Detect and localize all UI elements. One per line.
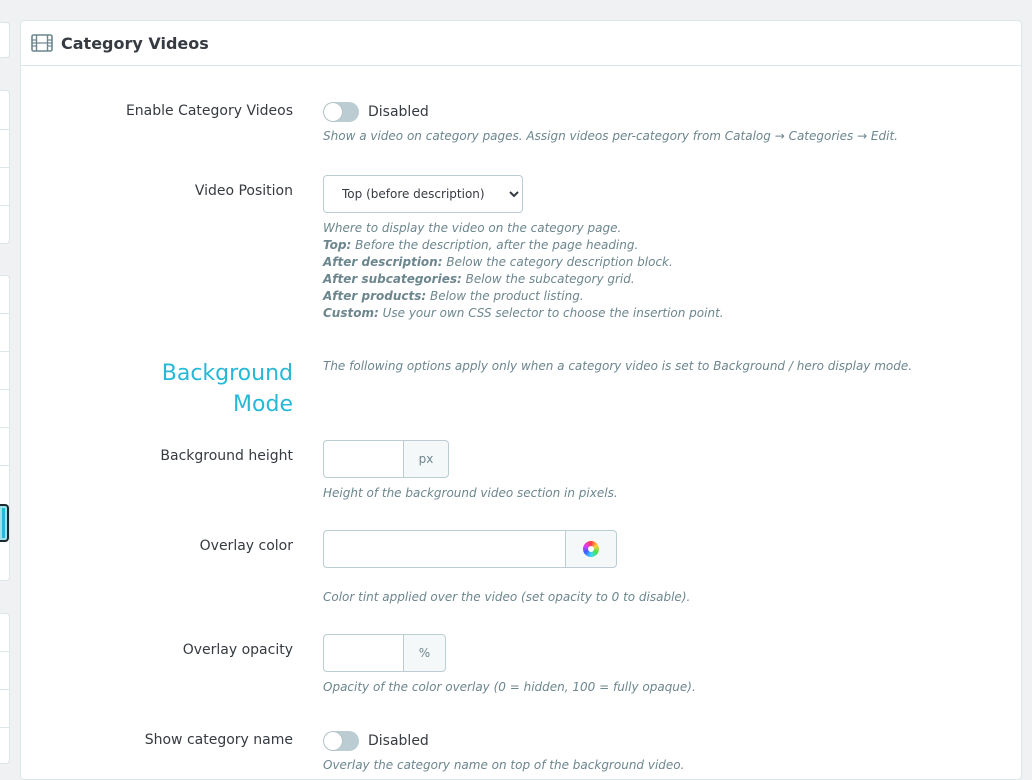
toggle-switch[interactable]	[323, 102, 359, 122]
help-option: Top: Before the description, after the p…	[323, 237, 724, 254]
help-text: Below the product listing.	[426, 289, 584, 303]
color-wheel-icon	[583, 541, 599, 557]
divider	[0, 727, 10, 728]
enable-videos-help: Show a video on category pages. Assign v…	[323, 129, 898, 143]
video-position-help: Where to display the video on the catego…	[323, 220, 724, 322]
section-title-line: Mode	[233, 392, 293, 417]
overlay-color-field: Color tint applied over the video (set o…	[323, 530, 690, 606]
help-option: After description: Below the category de…	[323, 254, 724, 271]
enable-videos-field: Disabled Show a video on category pages.…	[323, 102, 898, 145]
enable-videos-toggle[interactable]: Disabled	[323, 102, 898, 122]
divider	[0, 389, 10, 390]
category-videos-panel: Category Videos Enable Category Videos D…	[20, 20, 1022, 780]
help-text: Below the category description block.	[442, 255, 673, 269]
divider	[0, 465, 10, 466]
help-option: Custom: Use your own CSS selector to cho…	[323, 305, 724, 322]
divider	[0, 313, 10, 314]
video-position-field: Top (before description) Where to displa…	[323, 175, 724, 322]
overlay-opacity-help: Opacity of the color overlay (0 = hidden…	[323, 680, 696, 694]
section-title-line: Background	[161, 361, 293, 386]
toggle-switch[interactable]	[323, 731, 359, 751]
toggle-state-text: Disabled	[368, 733, 429, 749]
background-height-label: Background height	[160, 448, 293, 464]
enable-videos-label: Enable Category Videos	[125, 103, 293, 119]
help-text: Before the description, after the page h…	[351, 238, 639, 252]
video-position-select[interactable]: Top (before description)	[323, 175, 523, 213]
overlay-color-help: Color tint applied over the video (set o…	[323, 590, 691, 604]
background-height-input[interactable]	[323, 440, 403, 478]
help-term: After description:	[323, 255, 443, 269]
overlay-opacity-input-group: %	[323, 634, 696, 672]
help-option: After subcategories: Below the subcatego…	[323, 271, 724, 288]
show-category-name-toggle[interactable]: Disabled	[323, 731, 684, 751]
panel-heading: Category Videos	[21, 21, 1021, 66]
sidebar-card[interactable]	[0, 22, 10, 58]
help-option: After products: Below the product listin…	[323, 288, 724, 305]
section-title: Background Mode	[162, 358, 293, 420]
unit-addon: %	[403, 634, 446, 672]
show-category-name-help: Overlay the category name on top of the …	[323, 758, 685, 772]
help-term: After subcategories:	[323, 272, 462, 286]
background-height-input-group: px	[323, 440, 618, 478]
help-term: After products:	[323, 289, 427, 303]
toggle-knob	[324, 732, 342, 750]
divider	[0, 167, 10, 168]
background-height-field: px Height of the background video sectio…	[323, 440, 618, 502]
color-picker-button[interactable]	[565, 530, 617, 568]
divider	[0, 129, 10, 130]
overlay-color-input-group	[323, 530, 690, 568]
divider	[0, 205, 10, 206]
toggle-state-text: Disabled	[368, 104, 429, 120]
toggle-knob	[324, 103, 342, 121]
overlay-color-input[interactable]	[323, 530, 565, 568]
left-sidebar-strip	[0, 0, 10, 764]
overlay-opacity-input[interactable]	[323, 634, 403, 672]
background-mode-help: The following options apply only when a …	[323, 359, 913, 373]
help-text: Below the subcategory grid.	[461, 272, 635, 286]
help-term: Custom:	[323, 306, 379, 320]
help-intro: Where to display the video on the catego…	[323, 221, 622, 235]
sidebar-item-active[interactable]	[0, 504, 9, 542]
film-icon	[31, 34, 53, 52]
background-height-help: Height of the background video section i…	[323, 486, 618, 500]
overlay-color-label: Overlay color	[199, 538, 293, 554]
overlay-opacity-field: % Opacity of the color overlay (0 = hidd…	[323, 634, 696, 696]
divider	[0, 651, 10, 652]
help-term: Top:	[323, 238, 352, 252]
divider	[0, 427, 10, 428]
video-position-label: Video Position	[194, 183, 293, 199]
show-category-name-field: Disabled Overlay the category name on to…	[323, 731, 684, 774]
help-text: Use your own CSS selector to choose the …	[378, 306, 724, 320]
unit-addon: px	[403, 440, 449, 478]
divider	[0, 689, 10, 690]
overlay-opacity-label: Overlay opacity	[182, 642, 293, 658]
divider	[0, 351, 10, 352]
panel-title: Category Videos	[61, 33, 209, 53]
show-category-name-label: Show category name	[144, 732, 293, 748]
